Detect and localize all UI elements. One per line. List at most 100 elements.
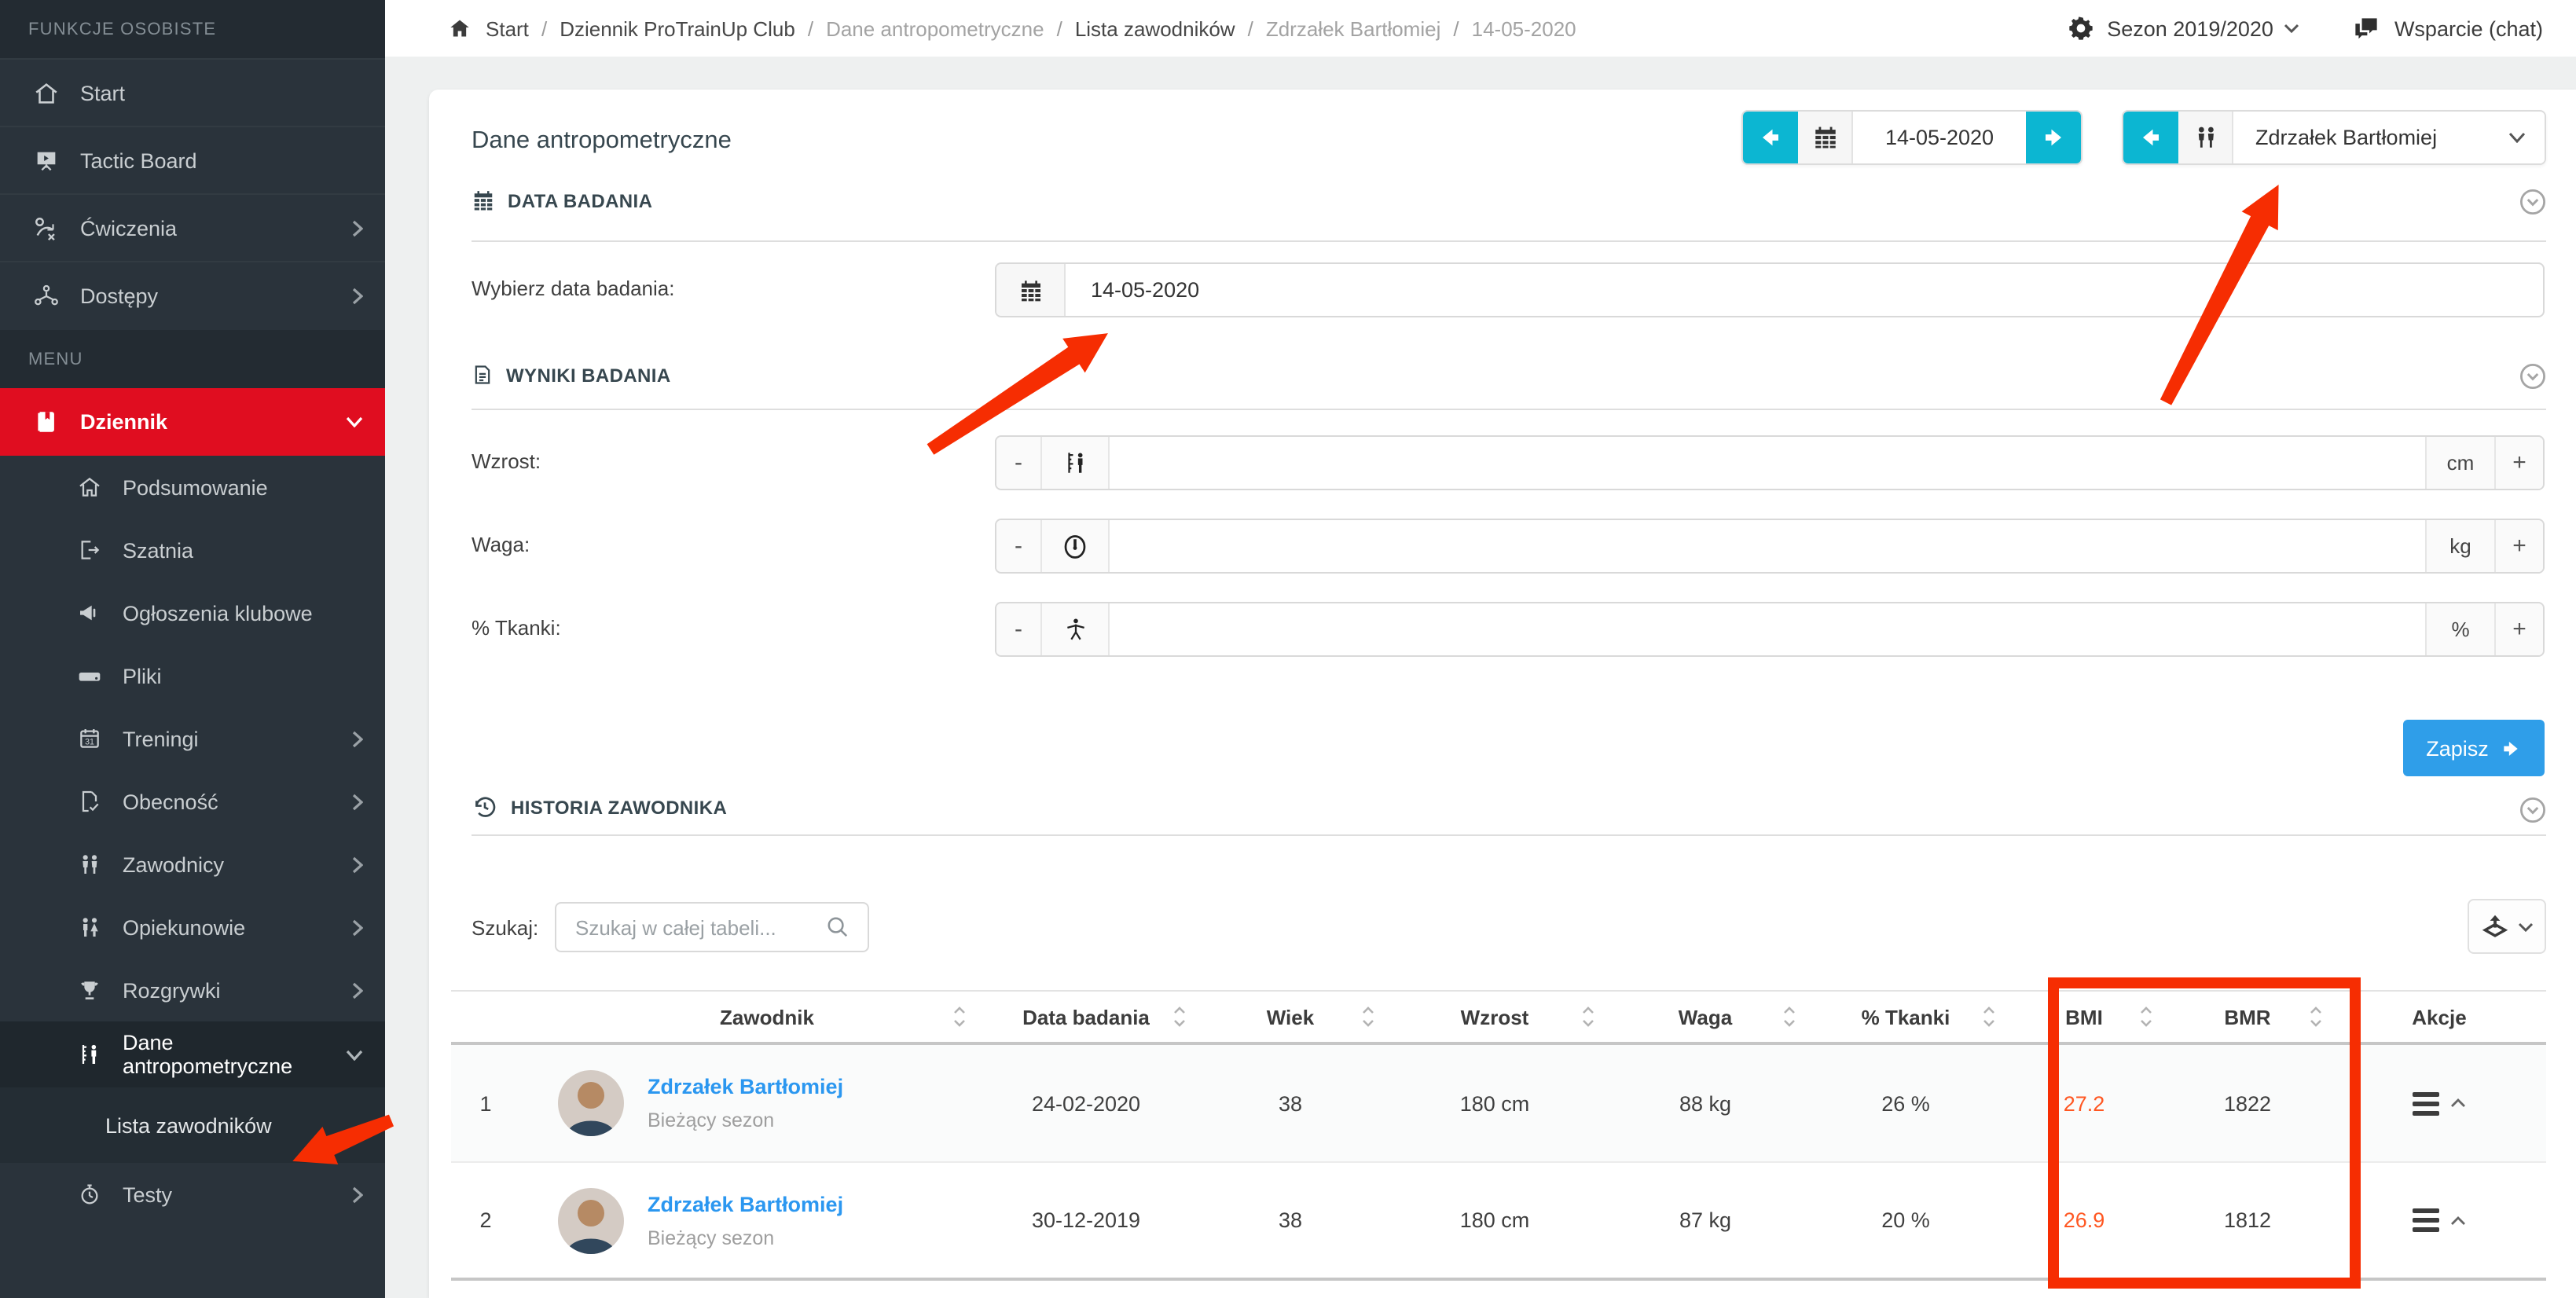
sort-icon[interactable] (952, 1004, 967, 1029)
decrement-button[interactable]: - (996, 603, 1042, 655)
breadcrumb: Start / Dziennik ProTrainUp Club / Dane … (448, 0, 1576, 57)
current-date-display[interactable]: 14-05-2020 (1853, 112, 2026, 163)
history-icon (472, 794, 498, 820)
sidebar-item-rozgrywki[interactable]: Rozgrywki (0, 959, 385, 1021)
sidebar-item-dostepy[interactable]: Dostępy (0, 261, 385, 328)
sort-icon[interactable] (1172, 1004, 1187, 1029)
menu-icon (2413, 1091, 2439, 1115)
sidebar-item-tactic-board[interactable]: Tactic Board (0, 126, 385, 193)
cell-actions (2332, 1163, 2546, 1278)
save-button[interactable]: Zapisz (2403, 720, 2545, 776)
sidebar-item-start[interactable]: Start (0, 58, 385, 126)
breadcrumb-separator: / (1057, 16, 1062, 40)
sort-icon[interactable] (1581, 1004, 1595, 1029)
decrement-button[interactable]: - (996, 520, 1042, 572)
breadcrumb-item[interactable]: Start (486, 16, 529, 40)
chevron-right-icon (352, 856, 363, 873)
col-wiek[interactable]: Wiek (1196, 992, 1385, 1042)
journal-icon (28, 409, 63, 435)
collapse-section-button[interactable] (2519, 363, 2546, 390)
sidebar-item-ogloszenia[interactable]: Ogłoszenia klubowe (0, 581, 385, 644)
player-select[interactable]: Zdrzałek Bartłomiej (2233, 112, 2545, 163)
col-data-badania[interactable]: Data badania (976, 992, 1196, 1042)
increment-button[interactable]: + (2494, 437, 2543, 489)
sort-icon[interactable] (2309, 1004, 2323, 1029)
collapse-section-button[interactable] (2519, 797, 2546, 823)
season-label: Sezon 2019/2020 (2107, 16, 2273, 40)
sidebar-item-dane-antropometryczne[interactable]: Dane antropometryczne (0, 1021, 385, 1087)
season-selector[interactable]: Sezon 2019/2020 (2068, 16, 2300, 41)
section-title: DATA BADANIA (508, 189, 652, 211)
export-button[interactable] (2468, 899, 2546, 954)
cell-date: 30-12-2019 (976, 1163, 1196, 1278)
chevron-right-icon (352, 793, 363, 810)
export-icon (2480, 911, 2510, 941)
tactic-board-icon (28, 147, 63, 174)
support-chat-button[interactable]: Wsparcie (chat) (2354, 16, 2554, 40)
prev-player-button[interactable] (2123, 112, 2178, 163)
sidebar-label: Opiekunowie (123, 915, 352, 939)
col-wzrost[interactable]: Wzrost (1385, 992, 1605, 1042)
sidebar-item-opiekunowie[interactable]: Opiekunowie (0, 896, 385, 959)
sort-icon[interactable] (1782, 1004, 1796, 1029)
increment-button[interactable]: + (2494, 520, 2543, 572)
home-icon[interactable] (448, 17, 472, 39)
sidebar-item-treningi[interactable]: 31 Treningi (0, 707, 385, 770)
col-bmi[interactable]: BMI (2005, 992, 2163, 1042)
breadcrumb-item[interactable]: Lista zawodników (1075, 16, 1235, 40)
breadcrumb-separator: / (541, 16, 547, 40)
calendar-icon (472, 189, 495, 212)
history-table: Zawodnik Data badania Wiek Wzrost (451, 990, 2546, 1281)
breadcrumb-item[interactable]: Dane antropometryczne (826, 16, 1044, 40)
player-cell: Zdrzałek Bartłomiej Bieżący sezon (520, 1045, 976, 1161)
support-label: Wsparcie (chat) (2394, 16, 2543, 40)
sidebar-item-testy[interactable]: Testy (0, 1163, 385, 1226)
breadcrumb-separator: / (1453, 16, 1459, 40)
sidebar-item-obecnosc[interactable]: Obecność (0, 770, 385, 833)
sidebar-item-podsumowanie[interactable]: Podsumowanie (0, 456, 385, 519)
exercises-icon (28, 214, 63, 241)
breadcrumb-item[interactable]: Zdrzałek Bartłomiej (1266, 16, 1441, 40)
sidebar-label: Lista zawodników (105, 1113, 363, 1137)
player-name-link[interactable]: Zdrzałek Bartłomiej (648, 1075, 843, 1098)
sort-icon[interactable] (2139, 1004, 2153, 1029)
row-actions-button[interactable] (2413, 1208, 2466, 1232)
sidebar-item-pliki[interactable]: Pliki (0, 644, 385, 707)
row-actions-button[interactable] (2413, 1091, 2466, 1115)
player-avatar[interactable] (558, 1187, 624, 1253)
date-field[interactable]: 14-05-2020 (995, 262, 2545, 317)
sort-icon[interactable] (1982, 1004, 1996, 1029)
player-avatar[interactable] (558, 1070, 624, 1136)
sidebar-item-szatnia[interactable]: Szatnia (0, 519, 385, 581)
collapse-section-button[interactable] (2519, 189, 2546, 215)
chevron-up-icon (2450, 1098, 2466, 1108)
player-name-link[interactable]: Zdrzałek Bartłomiej (648, 1192, 843, 1216)
sidebar-item-zawodnicy[interactable]: Zawodnicy (0, 833, 385, 896)
search-input[interactable] (555, 902, 869, 952)
col-tkanki[interactable]: % Tkanki (1806, 992, 2005, 1042)
players-icon (2178, 112, 2233, 163)
sort-icon[interactable] (1361, 1004, 1375, 1029)
sidebar-item-cwiczenia[interactable]: Ćwiczenia (0, 193, 385, 261)
sidebar-item-dziennik[interactable]: Dziennik (0, 388, 385, 456)
sidebar-item-lista-zawodnikow[interactable]: Lista zawodników (0, 1087, 385, 1163)
next-date-button[interactable] (2026, 112, 2081, 163)
chevron-right-icon (352, 287, 363, 304)
player-select-value: Zdrzałek Bartłomiej (2255, 126, 2437, 149)
increment-button[interactable]: + (2494, 603, 2543, 655)
weight-input[interactable] (1110, 520, 2425, 572)
col-akcje: Akcje (2332, 992, 2546, 1042)
sidebar-label: Testy (123, 1182, 352, 1206)
section-wyniki-badania: WYNIKI BADANIA (472, 363, 671, 387)
height-input[interactable] (1110, 437, 2425, 489)
decrement-button[interactable]: - (996, 437, 1042, 489)
breadcrumb-item[interactable]: Dziennik ProTrainUp Club (560, 16, 795, 40)
fat-unit: % (2425, 603, 2494, 655)
fat-input[interactable] (1110, 603, 2425, 655)
prev-date-button[interactable] (1743, 112, 1798, 163)
col-waga[interactable]: Waga (1605, 992, 1806, 1042)
col-zawodnik[interactable]: Zawodnik (520, 992, 976, 1042)
col-bmr[interactable]: BMR (2163, 992, 2332, 1042)
sidebar-section-menu: MENU (0, 330, 385, 388)
cell-bmi: 27.2 (2005, 1045, 2163, 1161)
